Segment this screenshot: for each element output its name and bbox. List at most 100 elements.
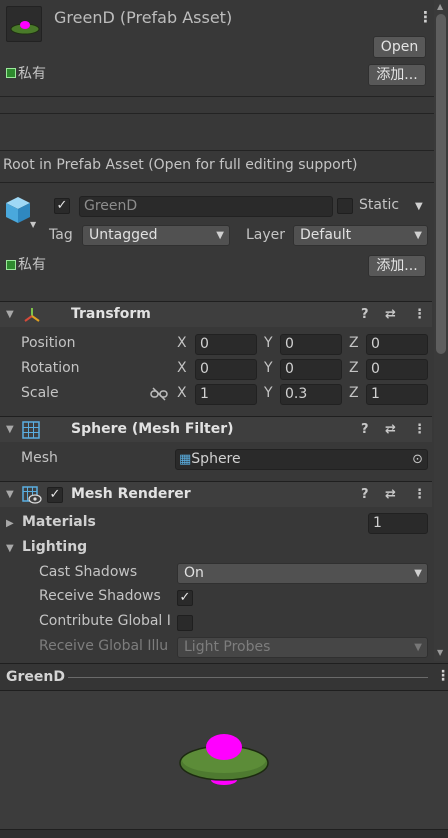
divider xyxy=(0,182,448,183)
component-menu-icon[interactable]: ⋮ xyxy=(413,487,426,502)
mesh-renderer-icon xyxy=(22,486,42,508)
rotation-x-field[interactable]: 0 xyxy=(195,359,257,380)
axis-z-label: Z xyxy=(349,360,359,376)
materials-count-field[interactable]: 1 xyxy=(368,513,428,534)
preview-header[interactable]: GreenD ⋮ xyxy=(0,663,448,691)
component-menu-icon[interactable]: ⋮ xyxy=(413,422,426,437)
open-button[interactable]: Open xyxy=(373,36,426,58)
icon-dropdown-arrow-icon[interactable]: ▼ xyxy=(30,220,36,229)
receive-gi-label: Receive Global Illu xyxy=(39,638,169,654)
layer-dropdown[interactable]: Default ▼ xyxy=(293,225,428,246)
add-label-button[interactable]: 添加... xyxy=(368,255,426,277)
scale-z-field[interactable]: 1 xyxy=(366,384,428,405)
model-preview-image xyxy=(179,734,269,785)
preview-menu-icon[interactable]: ⋮ xyxy=(436,668,448,684)
component-menu-icon[interactable]: ⋮ xyxy=(413,307,426,322)
help-icon[interactable]: ? xyxy=(361,422,369,437)
layer-dropdown-value: Default xyxy=(300,227,352,243)
scale-label: Scale xyxy=(21,385,59,401)
divider xyxy=(0,150,448,151)
position-z-field[interactable]: 0 xyxy=(366,334,428,355)
preview-title: GreenD xyxy=(6,669,65,685)
mesh-renderer-header[interactable]: ▼ ✓ Mesh Renderer ? ⇄ ⋮ xyxy=(0,481,432,507)
mesh-object-field[interactable]: ▦Sphere ⊙ xyxy=(175,449,428,470)
scale-y-field[interactable]: 0.3 xyxy=(280,384,342,405)
materials-foldout-icon[interactable]: ▶ xyxy=(6,518,14,529)
active-checkbox[interactable]: ✓ xyxy=(54,198,70,214)
transform-axes-icon xyxy=(22,306,42,328)
rotation-y-field[interactable]: 0 xyxy=(280,359,342,380)
rotation-label: Rotation xyxy=(21,360,80,376)
rotation-z-field[interactable]: 0 xyxy=(366,359,428,380)
preset-icon[interactable]: ⇄ xyxy=(385,307,396,322)
foldout-arrow-icon[interactable]: ▼ xyxy=(6,489,14,500)
object-name-field[interactable]: GreenD xyxy=(79,196,333,217)
scrollbar-thumb[interactable] xyxy=(436,14,446,354)
chevron-down-icon: ▼ xyxy=(216,230,224,241)
static-label: Static xyxy=(359,197,400,213)
layer-label: Layer xyxy=(246,227,286,243)
position-y-field[interactable]: 0 xyxy=(280,334,342,355)
mesh-filter-header[interactable]: ▼ Sphere (Mesh Filter) ? ⇄ ⋮ xyxy=(0,416,432,442)
mesh-field-value: Sphere xyxy=(191,451,241,467)
foldout-arrow-icon[interactable]: ▼ xyxy=(6,309,14,320)
root-notice: Root in Prefab Asset (Open for full edit… xyxy=(3,157,358,173)
foldout-arrow-icon[interactable]: ▼ xyxy=(6,424,14,435)
axis-x-label: X xyxy=(177,385,187,401)
mesh-grid-icon: ▦ xyxy=(179,452,192,467)
axis-z-label: Z xyxy=(349,335,359,351)
prefab-thumbnail-icon xyxy=(6,6,42,42)
receive-gi-dropdown: Light Probes ▼ xyxy=(177,637,428,658)
receive-shadows-label: Receive Shadows xyxy=(39,588,161,604)
mesh-label: Mesh xyxy=(21,450,58,466)
divider xyxy=(0,113,448,114)
help-icon[interactable]: ? xyxy=(361,307,369,322)
chevron-down-icon: ▼ xyxy=(414,230,422,241)
tag-label: Tag xyxy=(49,227,73,243)
object-picker-icon[interactable]: ⊙ xyxy=(412,450,423,469)
lighting-label[interactable]: Lighting xyxy=(22,539,87,555)
preview-drag-line[interactable] xyxy=(68,677,428,678)
axis-x-label: X xyxy=(177,360,187,376)
mesh-renderer-title: Mesh Renderer xyxy=(71,486,191,502)
label-tag-text: 私有 xyxy=(18,257,46,273)
position-label: Position xyxy=(21,335,76,351)
inspector-scrollbar[interactable]: ▲ ▼ xyxy=(434,0,448,661)
mesh-filter-grid-icon xyxy=(22,421,40,443)
constrain-proportions-icon[interactable] xyxy=(150,387,168,405)
cast-shadows-value: On xyxy=(184,565,204,581)
scrollbar-down-arrow-icon[interactable]: ▼ xyxy=(437,648,443,657)
header-menu-icon[interactable]: ⋮ xyxy=(418,8,433,26)
axis-x-label: X xyxy=(177,335,187,351)
label-tag-icon xyxy=(6,68,16,78)
tag-dropdown[interactable]: Untagged ▼ xyxy=(82,225,230,246)
scale-x-field[interactable]: 1 xyxy=(195,384,257,405)
bottom-bar xyxy=(0,829,448,838)
preset-icon[interactable]: ⇄ xyxy=(385,422,396,437)
chevron-down-icon: ▼ xyxy=(414,568,422,579)
materials-label[interactable]: Materials xyxy=(22,514,96,530)
axis-y-label: Y xyxy=(264,360,273,376)
preset-icon[interactable]: ⇄ xyxy=(385,487,396,502)
contribute-gi-label: Contribute Global I xyxy=(39,613,171,629)
mesh-renderer-enabled-checkbox[interactable]: ✓ xyxy=(47,487,63,503)
prefab-title: GreenD (Prefab Asset) xyxy=(54,8,233,27)
add-label-button[interactable]: 添加... xyxy=(368,64,426,86)
preview-viewport[interactable] xyxy=(0,691,448,829)
lighting-foldout-icon[interactable]: ▼ xyxy=(6,543,14,554)
mesh-filter-title: Sphere (Mesh Filter) xyxy=(71,421,234,437)
transform-header[interactable]: ▼ Transform ? ⇄ ⋮ xyxy=(0,301,432,327)
receive-shadows-checkbox[interactable]: ✓ xyxy=(177,590,193,606)
static-checkbox[interactable] xyxy=(337,198,353,214)
static-dropdown-arrow-icon[interactable]: ▼ xyxy=(415,201,423,212)
axis-z-label: Z xyxy=(349,385,359,401)
help-icon[interactable]: ? xyxy=(361,487,369,502)
label-tag-icon xyxy=(6,260,16,270)
position-x-field[interactable]: 0 xyxy=(195,334,257,355)
divider xyxy=(0,96,448,97)
label-tag-text: 私有 xyxy=(18,66,46,82)
scrollbar-up-arrow-icon[interactable]: ▲ xyxy=(437,2,443,11)
cast-shadows-dropdown[interactable]: On ▼ xyxy=(177,563,428,584)
tag-dropdown-value: Untagged xyxy=(89,227,158,243)
contribute-gi-checkbox[interactable] xyxy=(177,615,193,631)
